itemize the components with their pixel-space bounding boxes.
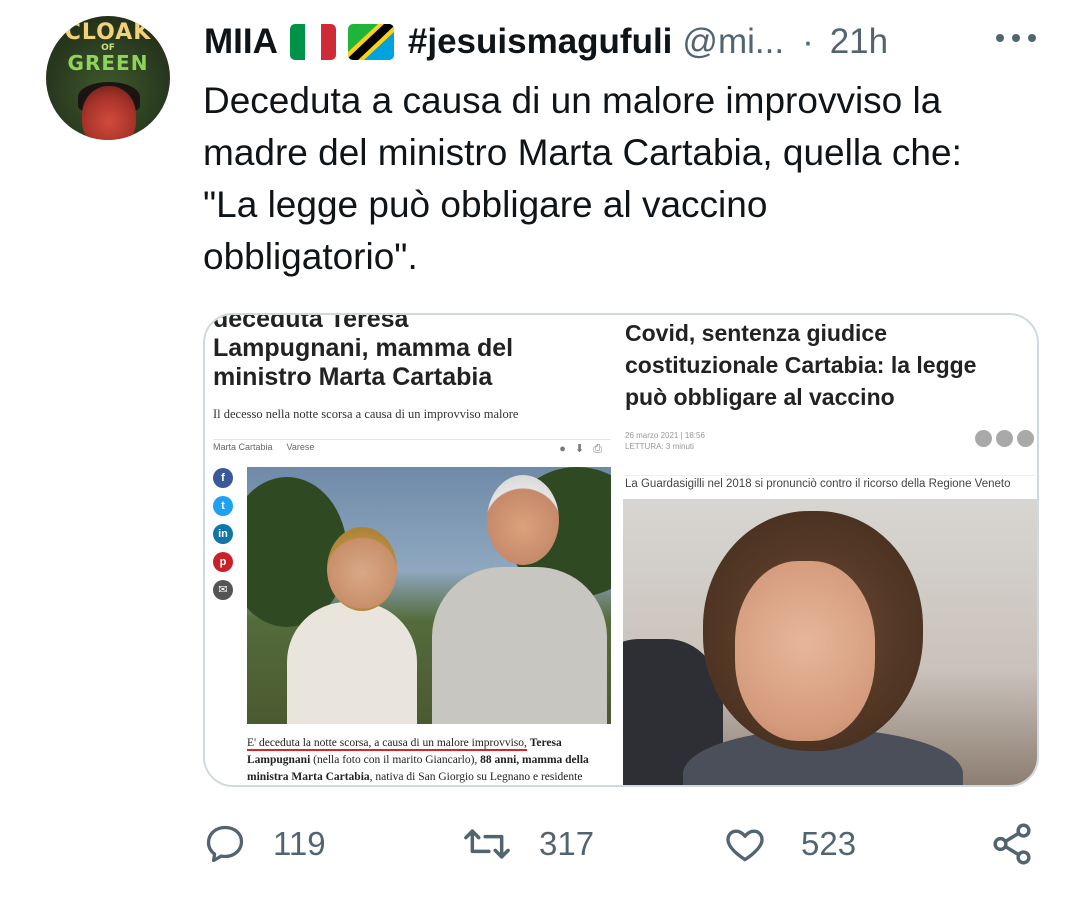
share-button[interactable]: [989, 818, 1035, 870]
body-highlight: E' deceduta la notte scorsa, a causa di …: [247, 737, 527, 751]
article-subtitle-left: Il decesso nella notte scorsa a causa di…: [213, 407, 519, 421]
like-button[interactable]: 523: [723, 818, 856, 870]
tweet-text-line: Deceduta a causa di un malore improvviso…: [203, 80, 942, 121]
avatar-face: [82, 86, 136, 140]
display-name[interactable]: MIIA: [204, 22, 278, 62]
social-share-column: f t in p ✉: [213, 468, 235, 608]
headline-line: Covid, sentenza giudice: [625, 320, 887, 346]
media-image-left[interactable]: deceduta Teresa Lampugnani, mamma del mi…: [205, 315, 619, 785]
twitter-icon: t: [213, 496, 233, 516]
tanzania-flag-icon: [347, 24, 394, 60]
article-tags: Marta Cartabia Varese ● ⬇ ⎙: [213, 439, 611, 458]
article-body-left: E' deceduta la notte scorsa, a causa di …: [247, 735, 613, 785]
timestamp[interactable]: 21h: [830, 22, 888, 62]
headline-line: può obbligare al vaccino: [625, 384, 895, 410]
retweet-button[interactable]: 317: [461, 818, 594, 870]
tweet-text: Deceduta a causa di un malore improvviso…: [203, 75, 1053, 283]
article-photo-left: [247, 467, 611, 724]
retweet-count: 317: [539, 825, 595, 862]
article-meta-right: 26 marzo 2021 | 18:56 LETTURA: 3 minuti: [625, 430, 705, 452]
tweet-media[interactable]: deceduta Teresa Lampugnani, mamma del mi…: [203, 313, 1039, 787]
share-icons: [975, 430, 1034, 447]
article-photo-right: [623, 499, 1037, 785]
facebook-icon: f: [213, 468, 233, 488]
italy-flag-icon: [289, 24, 336, 60]
reply-count: 119: [273, 825, 326, 862]
reply-button[interactable]: 119: [203, 818, 326, 870]
more-icon[interactable]: [996, 32, 1036, 44]
like-count: 523: [801, 825, 857, 862]
hashtag-name[interactable]: #jesuismagufuli: [408, 22, 673, 62]
headline-line: costituzionale Cartabia: la legge: [625, 352, 977, 378]
tweet-text-line: obbligatorio".: [203, 236, 418, 277]
share-icon: [993, 823, 1031, 865]
tag: Marta Cartabia: [213, 442, 273, 452]
pinterest-icon: p: [213, 552, 233, 572]
tweet-actions: 119 317 523: [203, 818, 1043, 870]
article-headline-left: deceduta Teresa Lampugnani, mamma del mi…: [213, 313, 514, 392]
headline-line: deceduta Teresa: [213, 313, 409, 333]
avatar[interactable]: CLOAK OF GREEN: [46, 16, 170, 140]
headline-line: ministro Marta Cartabia: [213, 363, 493, 391]
headline-line: Lampugnani, mamma del: [213, 334, 514, 362]
linkedin-icon: in: [213, 524, 233, 544]
article-tools-icon: ● ⬇ ⎙: [559, 443, 605, 455]
tweet-header: MIIA #jesuismagufuli @mi... · 21h: [204, 18, 1044, 66]
media-image-right[interactable]: Covid, sentenza giudice costituzionale C…: [623, 315, 1037, 785]
reply-icon: [206, 825, 244, 863]
article-reading-time: LETTURA: 3 minuti: [625, 442, 694, 451]
article-caption-right: La Guardasigilli nel 2018 si pronunciò c…: [625, 475, 1035, 490]
email-icon: ✉: [213, 580, 233, 600]
body-text: (nella foto con il marito Giancarlo),: [313, 754, 478, 766]
like-icon: [726, 829, 764, 862]
user-handle[interactable]: @mi...: [682, 22, 784, 62]
article-headline-right: Covid, sentenza giudice costituzionale C…: [625, 317, 976, 413]
separator: ·: [802, 22, 814, 61]
article-date: 26 marzo 2021 | 18:56: [625, 431, 705, 440]
tweet-text-line: "La legge può obbligare al vaccino: [203, 184, 768, 225]
tag: Varese: [286, 442, 315, 452]
body-text: , nativa di San Giorgio su Legnano e res…: [369, 771, 583, 783]
retweet-icon: [464, 829, 510, 859]
tweet-text-line: madre del ministro Marta Cartabia, quell…: [203, 132, 962, 173]
avatar-logo: CLOAK OF GREEN: [64, 20, 152, 75]
